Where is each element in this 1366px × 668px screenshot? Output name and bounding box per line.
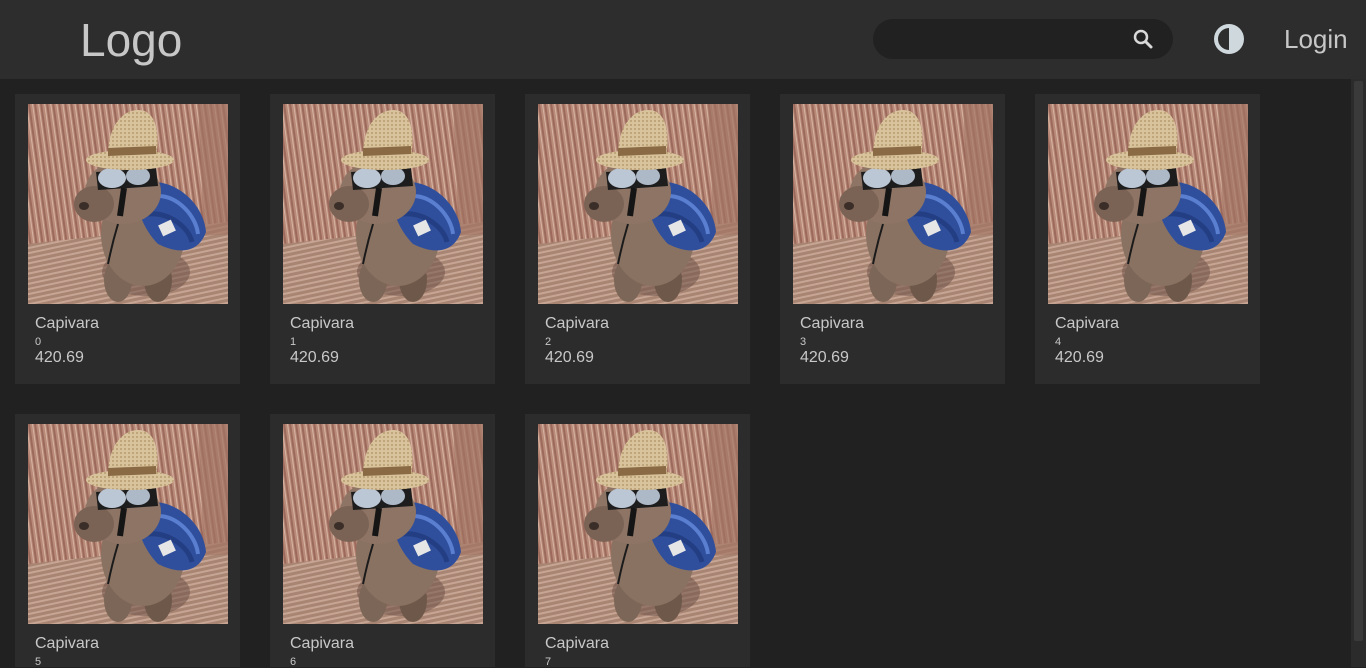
search-icon[interactable]	[1131, 27, 1155, 51]
product-name: Capivara	[800, 315, 865, 332]
product-name: Capivara	[545, 315, 610, 332]
product-card[interactable]: Capivara 1 420.69	[270, 94, 495, 384]
product-image[interactable]	[283, 104, 483, 304]
product-index: 5	[35, 656, 42, 668]
product-price: 420.69	[800, 349, 849, 366]
product-name: Capivara	[290, 315, 355, 332]
product-index: 3	[800, 336, 807, 348]
product-index: 7	[545, 656, 552, 668]
product-card[interactable]: Capivara 5	[15, 414, 240, 668]
scrollbar[interactable]	[1351, 79, 1366, 667]
product-card[interactable]: Capivara 2 420.69	[525, 94, 750, 384]
product-price: 420.69	[545, 349, 594, 366]
product-image[interactable]	[283, 424, 483, 624]
theme-toggle-icon[interactable]	[1212, 22, 1246, 56]
product-index: 1	[290, 336, 297, 348]
product-index: 6	[290, 656, 297, 668]
product-name: Capivara	[545, 635, 610, 652]
product-image[interactable]	[538, 104, 738, 304]
product-index: 4	[1055, 336, 1062, 348]
product-image[interactable]	[28, 424, 228, 624]
product-image[interactable]	[538, 424, 738, 624]
product-price: 420.69	[35, 349, 84, 366]
product-image[interactable]	[793, 104, 993, 304]
login-link[interactable]: Login	[1284, 24, 1348, 54]
header: Logo Login	[0, 0, 1366, 79]
scrollbar-thumb[interactable]	[1354, 81, 1363, 641]
product-card[interactable]: Capivara 4 420.69	[1035, 94, 1260, 384]
product-image[interactable]	[28, 104, 228, 304]
search-input[interactable]	[889, 19, 1129, 61]
product-price: 420.69	[1055, 349, 1104, 366]
logo[interactable]: Logo	[80, 14, 182, 66]
product-index: 2	[545, 336, 552, 348]
product-name: Capivara	[1055, 315, 1120, 332]
product-card[interactable]: Capivara 0 420.69	[15, 94, 240, 384]
product-index: 0	[35, 336, 42, 348]
product-name: Capivara	[35, 635, 100, 652]
product-name: Capivara	[290, 635, 355, 652]
product-card[interactable]: Capivara 6	[270, 414, 495, 668]
product-image[interactable]	[1048, 104, 1248, 304]
product-card[interactable]: Capivara 7	[525, 414, 750, 668]
product-name: Capivara	[35, 315, 100, 332]
product-price: 420.69	[290, 349, 339, 366]
search-bar[interactable]	[873, 19, 1173, 61]
product-card[interactable]: Capivara 3 420.69	[780, 94, 1005, 384]
